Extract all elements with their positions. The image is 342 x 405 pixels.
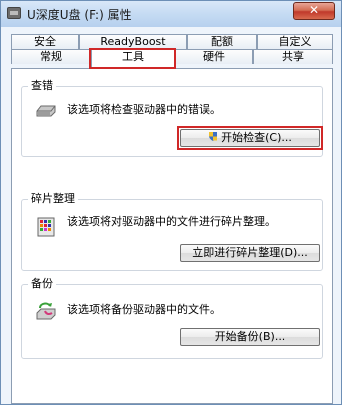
tab-tools[interactable]: 工具 [91,49,175,69]
drive-icon [36,105,56,117]
group-title: 备份 [28,277,56,291]
defrag-group: 碎片整理 该选项将对驱动器中的文件进行碎片整理。 立即进行碎片整理(D)... [21,192,323,271]
tab-readyboost[interactable]: ReadyBoost [79,34,187,49]
group-title: 碎片整理 [28,192,78,206]
backup-group: 备份 该选项将备份驱动器中的文件。 开始备份(B)... [21,277,323,359]
error-check-group: 查错 该选项将检查驱动器中的错误。 开始检查(C)... [21,79,323,157]
group-description: 该选项将备份驱动器中的文件。 [67,303,221,316]
title-bar[interactable]: U深度U盘 (F:) 属性 ✕ [1,1,341,27]
tab-hardware[interactable]: 硬件 [175,49,253,64]
tab-sharing[interactable]: 共享 [253,49,333,64]
group-description: 该选项将检查驱动器中的错误。 [67,103,221,116]
defrag-now-button[interactable]: 立即进行碎片整理(D)... [180,244,320,262]
backup-icon [36,302,56,320]
tools-panel: 查错 该选项将检查驱动器中的错误。 开始检查(C)... 碎片整理 该选项将对驱… [11,68,333,404]
start-check-button[interactable]: 开始检查(C)... [180,129,320,147]
properties-window: U深度U盘 (F:) 属性 ✕ 安全 ReadyBoost 配额 自定义 常规 … [0,0,342,405]
tab-customize[interactable]: 自定义 [257,34,333,49]
start-backup-button[interactable]: 开始备份(B)... [180,328,320,346]
window-title: U深度U盘 (F:) 属性 [27,8,132,22]
tab-security[interactable]: 安全 [11,34,79,49]
defrag-icon [37,217,55,237]
tab-area: 安全 ReadyBoost 配额 自定义 常规 工具 硬件 共享 查错 该选项将… [1,27,341,405]
close-button[interactable]: ✕ [293,2,335,20]
button-label: 开始检查(C)... [221,131,292,144]
group-description: 该选项将对驱动器中的文件进行碎片整理。 [67,215,276,228]
tab-general[interactable]: 常规 [11,49,91,64]
group-title: 查错 [28,79,56,93]
tab-quota[interactable]: 配额 [187,34,257,49]
shield-icon [209,132,218,141]
drive-title-icon [7,7,21,19]
